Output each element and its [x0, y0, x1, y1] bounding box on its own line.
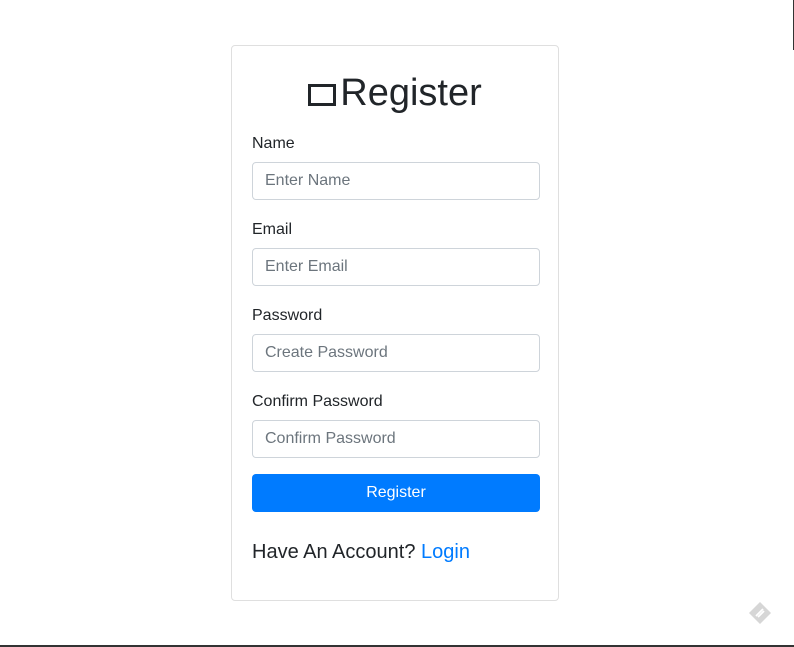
- confirm-password-label: Confirm Password: [252, 393, 383, 410]
- feedback-icon[interactable]: [748, 601, 772, 625]
- account-prompt-text: Have An Account?: [252, 541, 416, 563]
- email-label: Email: [252, 221, 293, 238]
- login-link[interactable]: Login: [421, 541, 470, 563]
- confirm-password-input[interactable]: [252, 420, 540, 458]
- register-button[interactable]: Register: [252, 474, 540, 512]
- name-input[interactable]: [252, 162, 540, 200]
- email-input[interactable]: [252, 248, 540, 286]
- password-input[interactable]: [252, 334, 540, 372]
- account-prompt-line: Have An Account? Login: [252, 540, 470, 564]
- page-title-text: Register: [340, 72, 482, 114]
- register-card: Register Name Email Password Confirm Pas…: [231, 45, 559, 601]
- page-title: Register: [232, 72, 558, 114]
- password-label: Password: [252, 307, 323, 324]
- square-outline-icon: [308, 84, 337, 106]
- name-label: Name: [252, 135, 295, 152]
